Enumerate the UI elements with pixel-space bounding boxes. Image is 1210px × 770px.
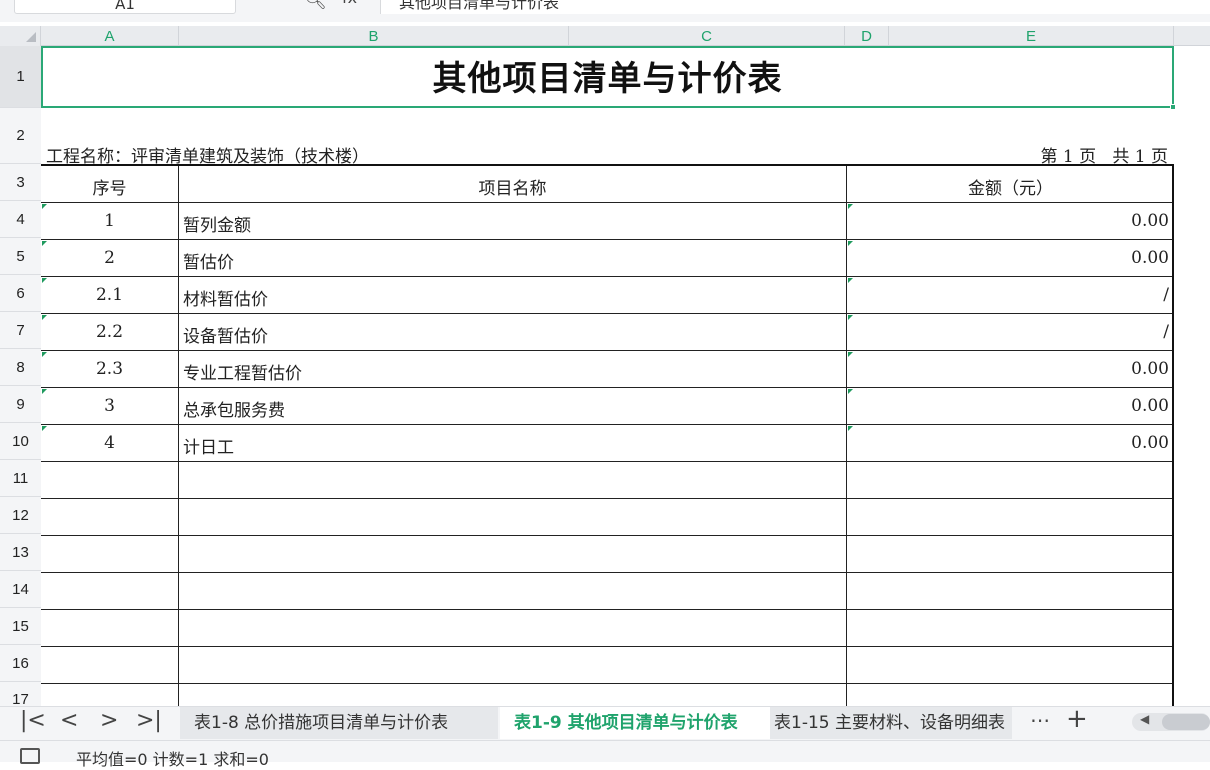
row-header-12[interactable]: 12 xyxy=(0,497,41,534)
column-header-c[interactable]: C xyxy=(569,26,845,46)
table-cell-name[interactable]: 总承包服务费 xyxy=(183,396,285,421)
table-cell-name[interactable]: 专业工程暂估价 xyxy=(183,359,302,384)
table-cell-index[interactable]: 2.3 xyxy=(41,359,178,379)
table-cell-index[interactable]: 4 xyxy=(41,433,178,453)
cell-indicator-icon xyxy=(42,352,47,357)
sheet-tab-1-9[interactable]: 表1-9 其他项目清单与计价表 xyxy=(500,707,770,739)
grid-line xyxy=(41,276,1172,277)
column-header-e[interactable]: E xyxy=(889,26,1174,46)
table-cell-index[interactable]: 2 xyxy=(41,248,178,268)
table-cell-name[interactable]: 设备暂估价 xyxy=(183,322,268,347)
column-header-a[interactable]: A xyxy=(41,26,179,46)
cell-indicator-icon xyxy=(42,426,47,431)
grid-line xyxy=(41,387,1172,388)
name-box[interactable]: A1 xyxy=(14,0,236,14)
table-cell-index[interactable]: 2.2 xyxy=(41,322,178,342)
sheet-tab-1-15[interactable]: 表1-15 主要材料、设备明细表 xyxy=(770,707,1012,739)
cell-indicator-icon xyxy=(848,352,853,357)
table-cell-amount[interactable]: 0.00 xyxy=(847,359,1169,379)
column-header-b[interactable]: B xyxy=(179,26,569,46)
table-cell-amount[interactable]: 0.00 xyxy=(847,433,1169,453)
row-header-11[interactable]: 11 xyxy=(0,460,41,497)
row-header-9[interactable]: 9 xyxy=(0,386,41,423)
pricing-table: 序号 项目名称 金额（元） 1 暂列金额 0.00 2 暂估价 0.00 2.1… xyxy=(41,164,1174,706)
cell-indicator-icon xyxy=(848,315,853,320)
table-cell-amount[interactable]: / xyxy=(847,285,1169,305)
sheet-title-cell[interactable]: 其他项目清单与计价表 xyxy=(41,46,1174,108)
row-header-3[interactable]: 3 xyxy=(0,164,41,201)
row-header-17[interactable]: 17 xyxy=(0,682,41,706)
grid-line xyxy=(41,239,1172,240)
grid-line xyxy=(41,313,1172,314)
row-header-16[interactable]: 16 xyxy=(0,645,41,682)
grid-line xyxy=(41,609,1172,610)
row-header-5[interactable]: 5 xyxy=(0,238,41,275)
header-index[interactable]: 序号 xyxy=(41,174,178,199)
cell-indicator-icon xyxy=(42,315,47,320)
table-cell-name[interactable]: 材料暂估价 xyxy=(183,285,268,310)
table-cell-index[interactable]: 1 xyxy=(41,211,178,231)
grid-line xyxy=(41,350,1172,351)
row-header-6[interactable]: 6 xyxy=(0,275,41,312)
cell-indicator-icon xyxy=(42,389,47,394)
scroll-left-icon[interactable]: ◀ xyxy=(1140,712,1149,726)
grid-line xyxy=(41,683,1172,684)
table-cell-amount[interactable]: 0.00 xyxy=(847,248,1169,268)
grid-line xyxy=(41,646,1172,647)
grid-line xyxy=(178,166,179,706)
fill-handle[interactable] xyxy=(1170,104,1176,110)
row-header-15[interactable]: 15 xyxy=(0,608,41,645)
header-item-name[interactable]: 项目名称 xyxy=(179,174,846,199)
table-cell-amount[interactable]: 0.00 xyxy=(847,211,1169,231)
cell-indicator-icon xyxy=(848,426,853,431)
fx-icon[interactable]: fx xyxy=(342,0,357,7)
header-amount[interactable]: 金额（元） xyxy=(847,174,1172,199)
grid-line xyxy=(41,202,1172,203)
grid-line xyxy=(41,424,1172,425)
cell-indicator-icon xyxy=(42,278,47,283)
table-cell-index[interactable]: 2.1 xyxy=(41,285,178,305)
table-cell-name[interactable]: 计日工 xyxy=(183,433,234,458)
table-cell-name[interactable]: 暂列金额 xyxy=(183,211,251,236)
grid-line xyxy=(41,535,1172,536)
row-header-7[interactable]: 7 xyxy=(0,312,41,349)
cell-indicator-icon xyxy=(42,241,47,246)
more-sheets-icon[interactable]: ⋯ xyxy=(1030,708,1050,732)
grid-line xyxy=(41,461,1172,462)
select-all-icon xyxy=(26,32,36,42)
search-icon[interactable]: 🔍︎ xyxy=(304,0,327,11)
cell-indicator-icon xyxy=(848,204,853,209)
last-sheet-icon[interactable]: >| xyxy=(136,708,162,733)
cell-indicator-icon xyxy=(42,204,47,209)
row-header-2[interactable]: 2 xyxy=(0,108,41,164)
row-header-13[interactable]: 13 xyxy=(0,534,41,571)
table-cell-name[interactable]: 暂估价 xyxy=(183,248,234,273)
cell-indicator-icon xyxy=(848,278,853,283)
prev-sheet-icon[interactable]: < xyxy=(60,708,78,733)
table-cell-index[interactable]: 3 xyxy=(41,396,178,416)
next-sheet-icon[interactable]: > xyxy=(100,708,118,733)
table-cell-amount[interactable]: 0.00 xyxy=(847,396,1169,416)
cell-indicator-icon xyxy=(848,389,853,394)
row-header-4[interactable]: 4 xyxy=(0,201,41,238)
horizontal-scrollbar-thumb[interactable] xyxy=(1162,714,1210,730)
row-header-14[interactable]: 14 xyxy=(0,571,41,608)
first-sheet-icon[interactable]: |< xyxy=(20,708,46,733)
row-header-10[interactable]: 10 xyxy=(0,423,41,460)
row-header-1[interactable]: 1 xyxy=(0,46,41,108)
table-cell-amount[interactable]: / xyxy=(847,322,1169,342)
grid-line xyxy=(41,572,1172,573)
row-header-8[interactable]: 8 xyxy=(0,349,41,386)
formula-input[interactable]: 其他项目清单与计价表 xyxy=(380,0,1210,14)
sheet-tab-1-8[interactable]: 表1-8 总价措施项目清单与计价表 xyxy=(180,707,498,739)
status-summary: 平均值=0 计数=1 求和=0 xyxy=(76,750,269,769)
column-header-d[interactable]: D xyxy=(845,26,889,46)
cell-indicator-icon xyxy=(848,241,853,246)
add-sheet-icon[interactable]: + xyxy=(1066,704,1088,734)
grid-line xyxy=(41,498,1172,499)
